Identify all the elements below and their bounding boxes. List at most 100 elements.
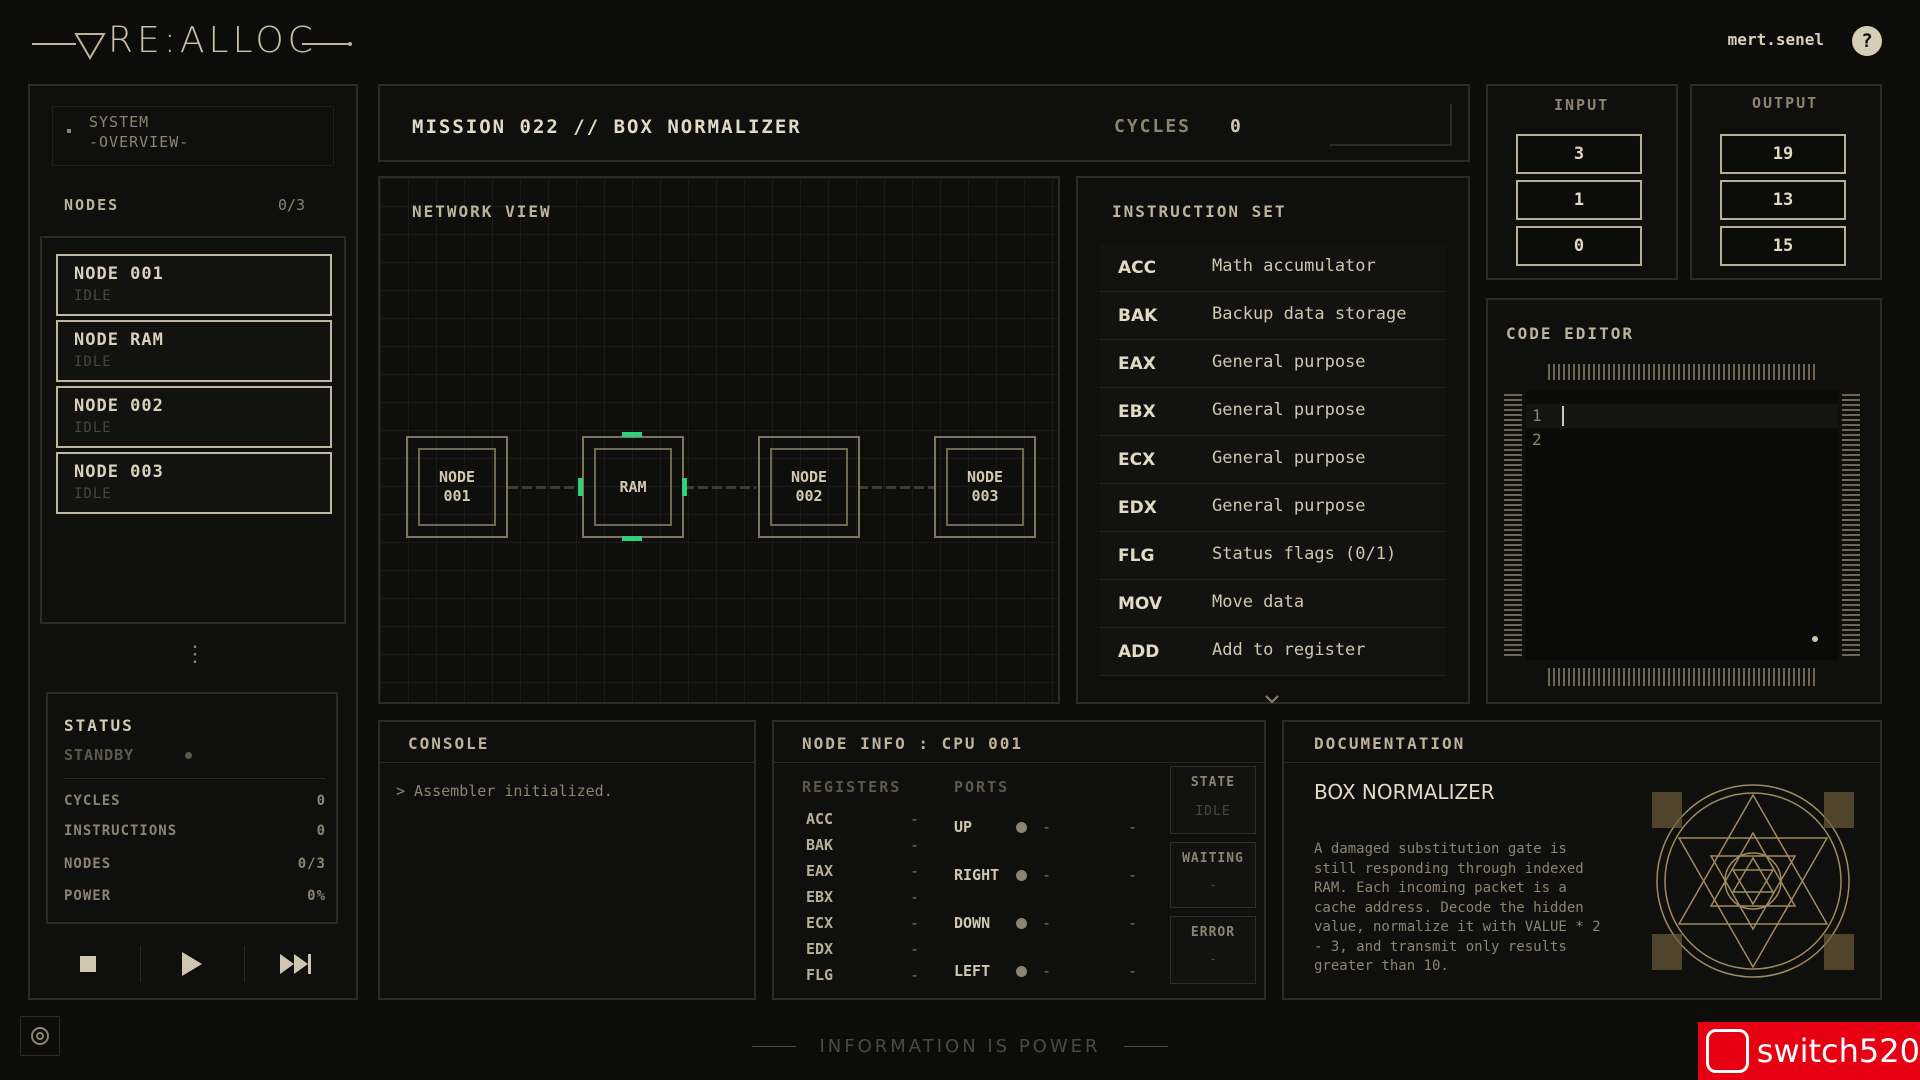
help-button[interactable]: ?: [1852, 26, 1882, 56]
watermark-text: switch520: [1756, 1032, 1920, 1070]
register-name: BAK: [806, 836, 834, 854]
editor-pin-strip-left: [1504, 394, 1522, 656]
node-item-ram[interactable]: NODE RAM IDLE: [56, 320, 332, 382]
node-state: IDLE: [74, 486, 112, 502]
app-title: RE:ALLOC: [108, 20, 317, 61]
state-indicator: STATE IDLE: [1170, 766, 1256, 834]
instruction-set-title: INSTRUCTION SET: [1112, 202, 1287, 221]
instruction-code: EDX: [1118, 498, 1157, 518]
status-divider: [64, 778, 326, 779]
node-state: IDLE: [74, 420, 112, 436]
node-item-003[interactable]: NODE 003 IDLE: [56, 452, 332, 514]
instruction-row[interactable]: ECX General purpose: [1100, 436, 1446, 484]
instruction-code: MOV: [1118, 594, 1163, 614]
node-state: IDLE: [74, 288, 112, 304]
net-node-003[interactable]: NODE 003: [934, 436, 1036, 538]
scroll-down-button[interactable]: [1262, 690, 1282, 710]
waiting-label: WAITING: [1182, 851, 1244, 866]
instruction-code: FLG: [1118, 546, 1155, 566]
node-name: NODE RAM: [74, 330, 164, 350]
instruction-row[interactable]: ADD Add to register: [1100, 628, 1446, 676]
waiting-value: -: [1209, 878, 1217, 893]
status-state: STANDBY: [64, 746, 135, 764]
mission-action-slot[interactable]: [1330, 104, 1452, 146]
node-label: RAM: [594, 448, 672, 526]
user-name[interactable]: mert.senel: [1728, 30, 1824, 49]
port-value: -: [1128, 818, 1138, 836]
connection-line: [508, 486, 580, 489]
input-label: INPUT: [1554, 96, 1610, 114]
stop-button[interactable]: [68, 944, 108, 984]
net-node-001[interactable]: NODE 001: [406, 436, 508, 538]
port-value: -: [1042, 914, 1052, 932]
fast-forward-icon: [280, 954, 311, 974]
instruction-desc: General purpose: [1212, 448, 1366, 468]
instruction-row[interactable]: ACC Math accumulator: [1100, 244, 1446, 292]
code-input[interactable]: 1 2: [1526, 390, 1838, 660]
port-value: -: [1128, 866, 1138, 884]
active-port-icon: [578, 478, 583, 496]
system-overview-button[interactable]: SYSTEM -OVERVIEW-: [52, 106, 334, 166]
stop-icon: [80, 956, 96, 972]
overview-line2: -OVERVIEW-: [89, 133, 190, 151]
register-value: -: [910, 914, 920, 932]
instruction-code: ACC: [1118, 258, 1157, 278]
output-value: 13: [1720, 180, 1846, 220]
output-value: 19: [1720, 134, 1846, 174]
connection-line: [858, 486, 934, 489]
play-button[interactable]: [170, 944, 210, 984]
instruction-code: ADD: [1118, 642, 1160, 662]
editor-pin-strip-right: [1842, 394, 1860, 656]
watermark-badge: switch520: [1698, 1022, 1920, 1080]
register-value: -: [910, 966, 920, 984]
more-icon[interactable]: ⋮: [184, 642, 206, 667]
play-icon: [182, 952, 202, 976]
input-value: 1: [1516, 180, 1642, 220]
port-value: -: [1128, 914, 1138, 932]
line-number: 2: [1532, 430, 1542, 449]
node-info-title: NODE INFO : CPU 001: [802, 734, 1024, 753]
port-value: -: [1128, 962, 1138, 980]
fast-forward-button[interactable]: [272, 944, 316, 984]
instruction-row[interactable]: EAX General purpose: [1100, 340, 1446, 388]
active-port-icon: [622, 432, 642, 437]
register-name: ECX: [806, 914, 834, 932]
node-item-001[interactable]: NODE 001 IDLE: [56, 254, 332, 316]
node-name: NODE 001: [74, 264, 164, 284]
port-value: -: [1042, 866, 1052, 884]
active-port-icon: [622, 536, 642, 541]
output-label: OUTPUT: [1752, 94, 1819, 112]
console-title: CONSOLE: [408, 734, 490, 753]
registers-label: REGISTERS: [802, 778, 902, 796]
node-label: NODE 003: [946, 448, 1024, 526]
node-item-002[interactable]: NODE 002 IDLE: [56, 386, 332, 448]
instruction-row[interactable]: BAK Backup data storage: [1100, 292, 1446, 340]
nodes-label: NODES: [64, 196, 120, 214]
editor-indicator-icon: [1812, 636, 1818, 642]
stat-cycles: CYCLES 0: [64, 793, 326, 809]
editor-pin-strip-bottom: [1548, 668, 1818, 686]
instruction-row[interactable]: EDX General purpose: [1100, 484, 1446, 532]
instruction-desc: Add to register: [1212, 640, 1366, 660]
port-status-icon: [1016, 966, 1027, 977]
instruction-row[interactable]: MOV Move data: [1100, 580, 1446, 628]
instruction-row[interactable]: FLG Status flags (0/1): [1100, 532, 1446, 580]
nodes-count: 0/3: [278, 196, 306, 214]
line-number: 1: [1532, 406, 1542, 425]
net-node-002[interactable]: NODE 002: [758, 436, 860, 538]
console-log: > Assembler initialized.: [396, 782, 613, 800]
port-status-icon: [1016, 918, 1027, 929]
instruction-desc: Backup data storage: [1212, 304, 1407, 324]
net-node-ram[interactable]: RAM: [578, 432, 687, 541]
node-info-divider: [772, 762, 1266, 763]
stat-nodes: NODES 0/3: [64, 856, 326, 872]
instruction-row[interactable]: EBX General purpose: [1100, 388, 1446, 436]
status-indicator-icon: [185, 752, 192, 759]
error-label: ERROR: [1190, 925, 1236, 940]
text-cursor: [1562, 406, 1564, 426]
port-name: DOWN: [954, 914, 991, 932]
active-line-highlight: [1526, 404, 1838, 428]
instruction-desc: General purpose: [1212, 400, 1366, 420]
output-value: 15: [1720, 226, 1846, 266]
node-label: NODE 001: [418, 448, 496, 526]
